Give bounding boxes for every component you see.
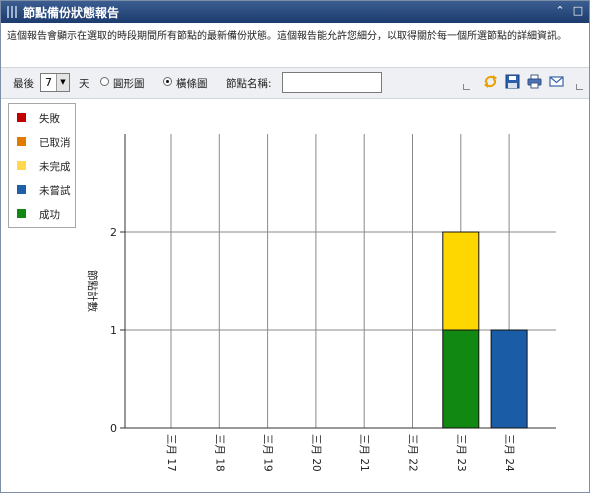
y-tick-label: 2 bbox=[110, 226, 117, 239]
x-tick-label: 三月 19 bbox=[262, 434, 274, 472]
x-tick-label: 三月 17 bbox=[165, 434, 177, 472]
chart-area: 0 1 2 三月 17 三月 18 三月 19 三月 20 三月 21 三月 22 三月 23 三月… bbox=[86, 134, 556, 472]
bar-segment bbox=[490, 329, 528, 429]
x-tick-label: 三月 24 bbox=[503, 434, 515, 472]
report-panel: 節點備份狀態報告 ⌃ □ 這個報告會顯示在選取的時段期間所有節點的最新備份狀態。… bbox=[0, 0, 590, 493]
bar-segment bbox=[442, 231, 480, 331]
x-tick-label: 三月 21 bbox=[358, 434, 370, 472]
y-axis-label: 節點計數 bbox=[86, 270, 99, 312]
y-tick-label: 1 bbox=[110, 324, 117, 337]
x-tick-label: 三月 20 bbox=[310, 434, 322, 472]
x-tick-label: 三月 23 bbox=[455, 434, 467, 472]
y-tick-label: 0 bbox=[110, 422, 117, 435]
x-tick-label: 三月 22 bbox=[407, 434, 419, 472]
x-tick-label: 三月 18 bbox=[213, 434, 225, 472]
bar-segment bbox=[442, 329, 480, 429]
